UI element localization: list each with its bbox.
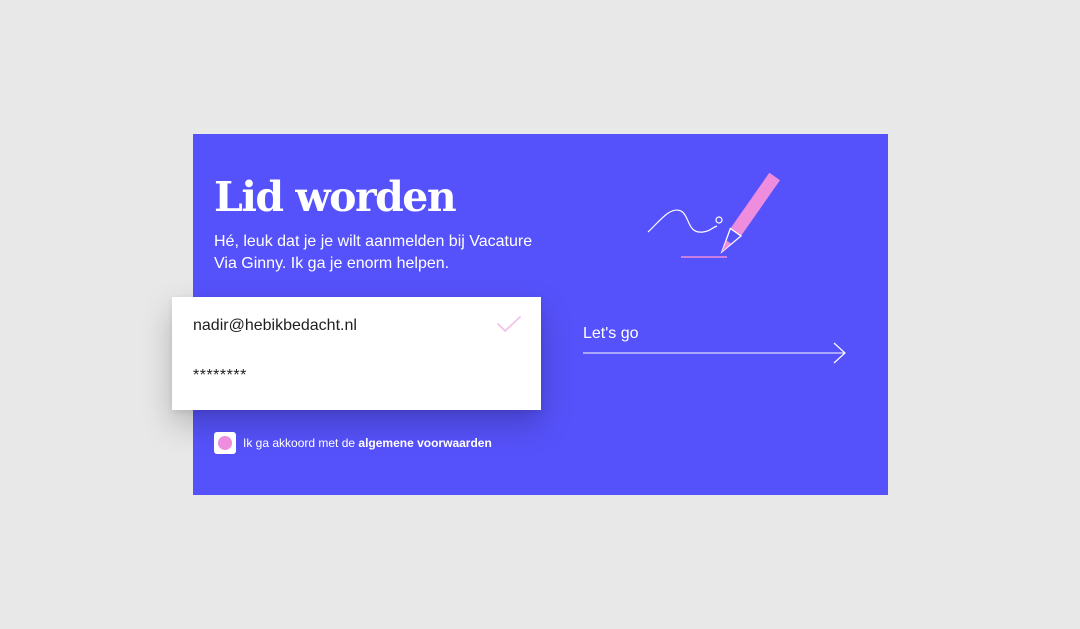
arrow-right-icon [583,342,846,364]
submit-button[interactable]: Let's go [583,323,848,365]
page-title: Lid worden [214,173,457,221]
login-form: nadir@hebikbedacht.nl ******** [172,297,541,410]
terms-link[interactable]: algemene voorwaarden [358,436,491,450]
terms-checkbox[interactable] [214,432,236,454]
submit-label: Let's go [583,325,639,342]
check-icon [497,316,521,332]
password-field[interactable]: ******** [193,366,247,386]
email-field[interactable]: nadir@hebikbedacht.nl [193,315,357,337]
terms-prefix: Ik ga akkoord met de [243,436,356,450]
pencil-icon [647,172,780,258]
checkbox-dot-icon [218,436,232,450]
subtitle: Hé, leuk dat je je wilt aanmelden bij Va… [214,233,533,272]
terms-label: Ik ga akkoord met de algemene voorwaarde… [243,435,492,451]
